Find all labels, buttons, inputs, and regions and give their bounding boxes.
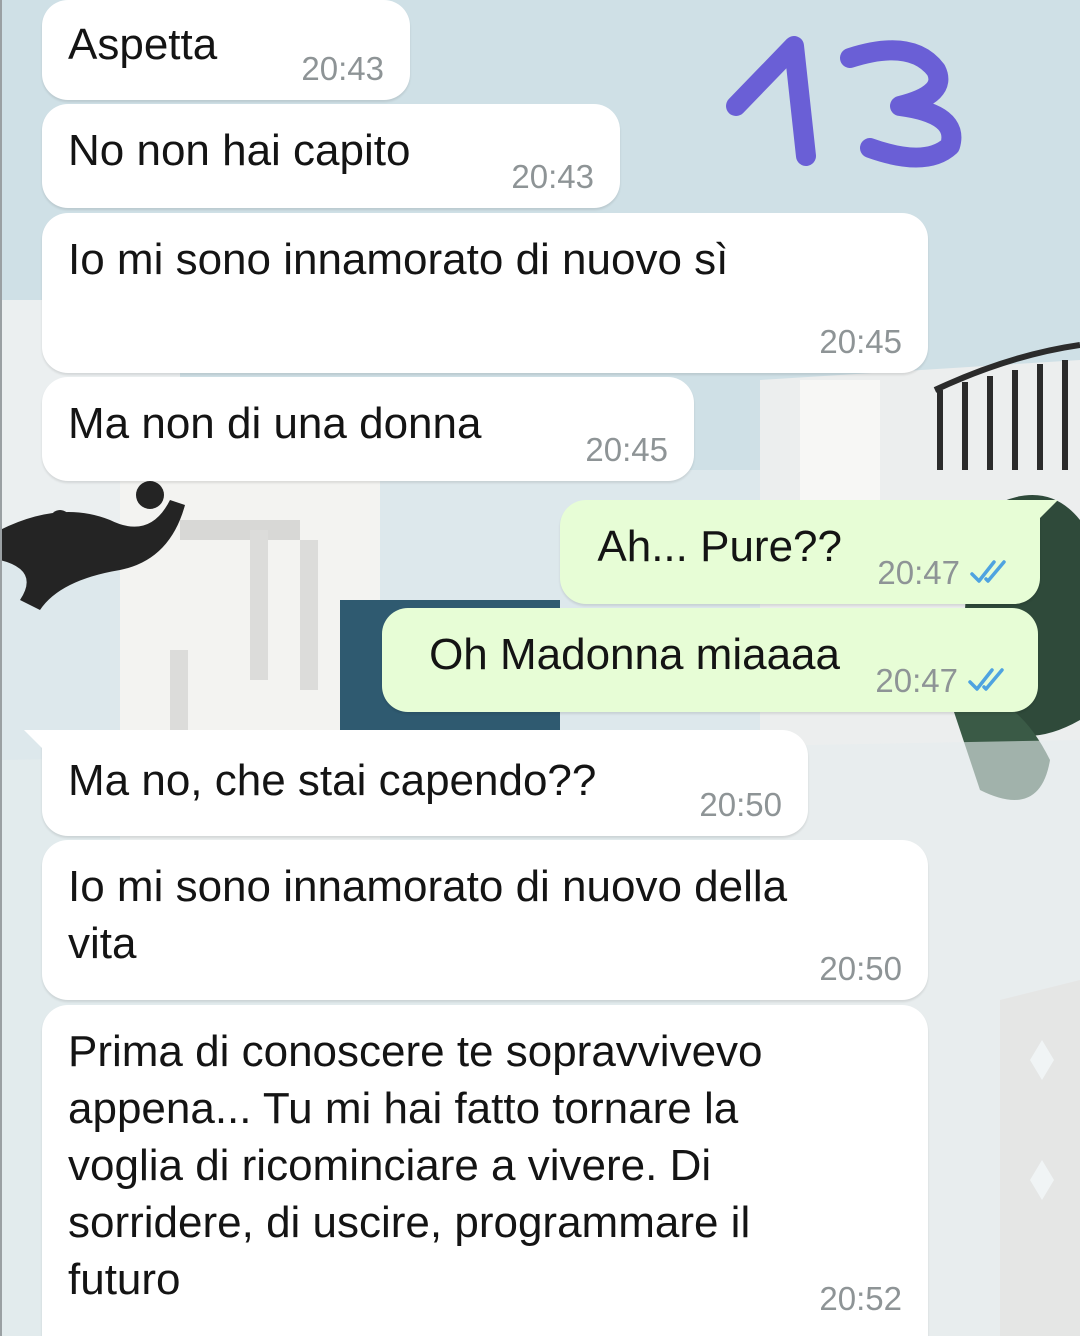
- message-text: Ah... Pure??: [597, 522, 842, 571]
- message-timestamp: 20:45: [819, 323, 902, 360]
- message-bubble-incoming[interactable]: Aspetta 20:43: [42, 0, 410, 100]
- message-timestamp: 20:43: [511, 158, 594, 195]
- message-timestamp: 20:47: [875, 662, 958, 699]
- message-text: Oh Madonna miaaaa: [429, 630, 840, 679]
- bubble-tail: [24, 730, 48, 754]
- message-text: Aspetta: [68, 20, 218, 69]
- message-bubble-incoming[interactable]: No non hai capito 20:43: [42, 104, 620, 208]
- message-text: Io mi sono innamorato di nuovo sì: [68, 235, 729, 284]
- annotation-number: [726, 36, 962, 168]
- message-text: Ma no, che stai capendo??: [68, 756, 597, 805]
- message-bubble-outgoing[interactable]: Oh Madonna miaaaa 20:47: [382, 608, 1038, 712]
- message-text: Io mi sono innamorato di nuovo della vit…: [68, 862, 788, 968]
- message-timestamp: 20:43: [301, 50, 384, 87]
- message-text: Ma non di una donna: [68, 399, 482, 448]
- message-text: No non hai capito: [68, 126, 411, 175]
- message-bubble-incoming[interactable]: Ma non di una donna 20:45: [42, 377, 694, 481]
- message-timestamp: 20:45: [585, 431, 668, 468]
- message-timestamp: 20:50: [819, 950, 902, 987]
- message-text: Prima di conoscere te sopravvivevo appen…: [68, 1027, 763, 1304]
- message-bubble-outgoing[interactable]: Ah... Pure?? 20:47: [560, 500, 1058, 604]
- message-bubble-incoming[interactable]: Io mi sono innamorato di nuovo sì 20:45: [42, 213, 928, 373]
- message-bubble-incoming[interactable]: Ma no, che stai capendo?? 20:50: [24, 730, 808, 836]
- message-timestamp: 20:47: [877, 554, 960, 591]
- message-bubble-incoming[interactable]: Prima di conoscere te sopravvivevo appen…: [42, 1005, 928, 1336]
- message-bubble-incoming[interactable]: Io mi sono innamorato di nuovo della vit…: [42, 840, 928, 1000]
- double-check-icon: [970, 560, 1006, 583]
- message-timestamp: 20:52: [819, 1280, 902, 1317]
- double-check-icon: [968, 668, 1004, 691]
- message-timestamp: 20:50: [699, 786, 782, 823]
- bubble-tail: [1034, 500, 1058, 524]
